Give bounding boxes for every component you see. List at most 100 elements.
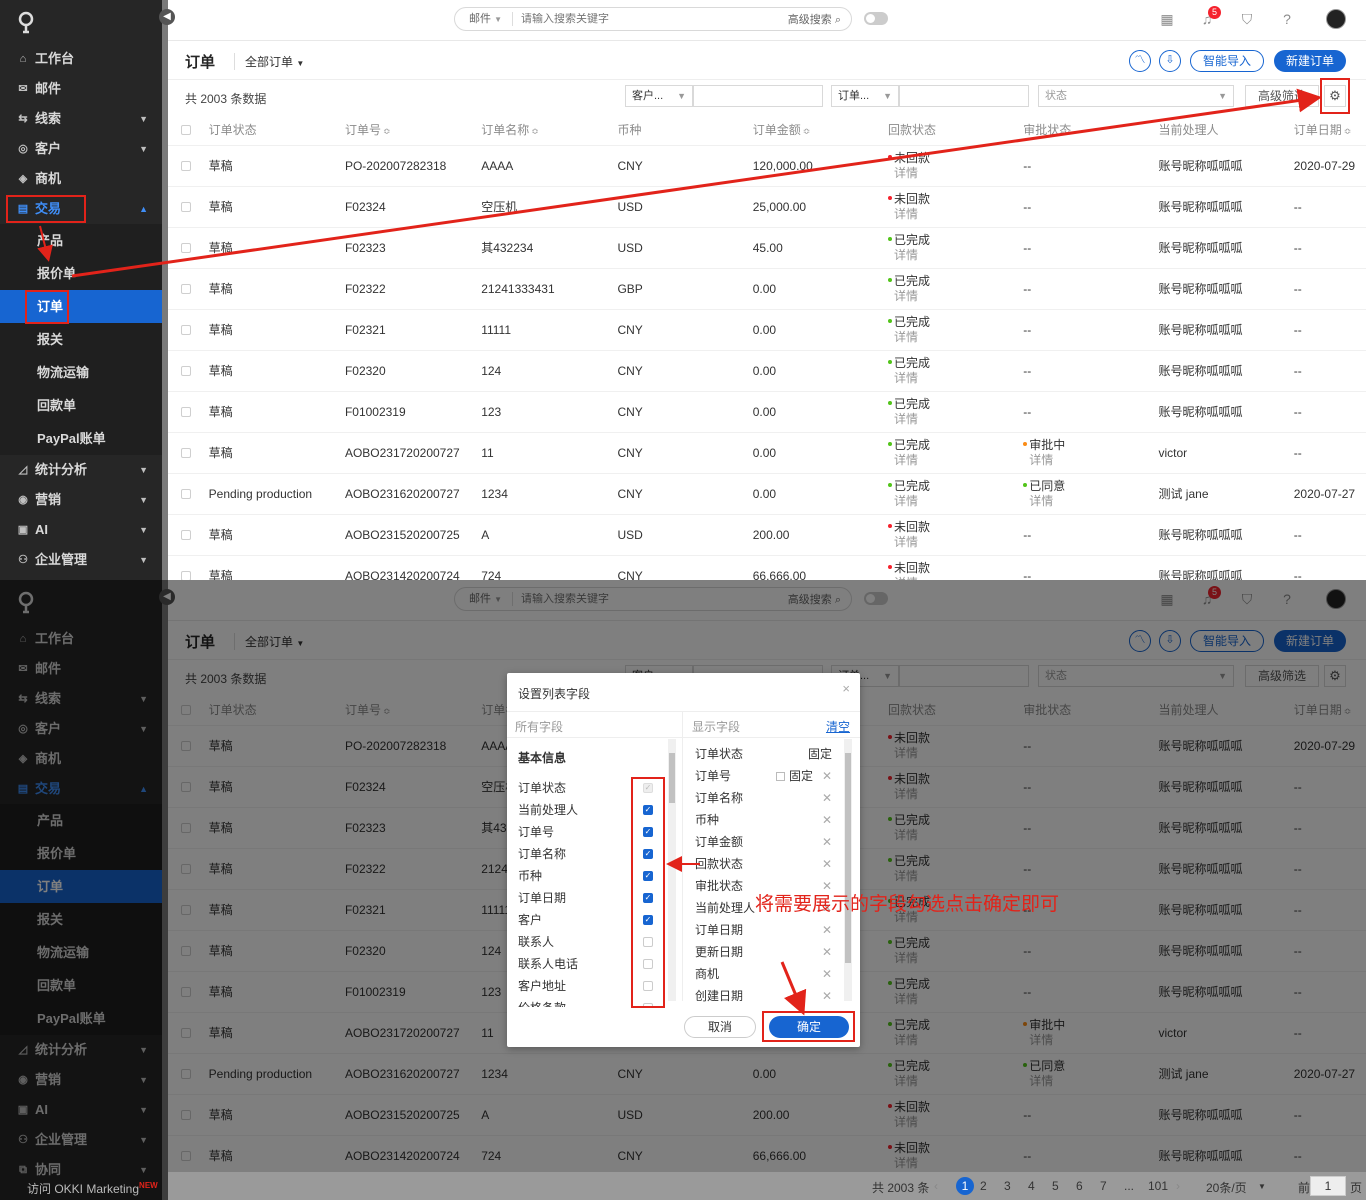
visit-okki-link[interactable]: 访问 OKKI MarketingNEW <box>27 1180 158 1197</box>
table-row[interactable]: 草稿F02323其432234USD45.00已完成详情--账号昵称呱呱呱-- <box>168 227 1366 269</box>
cell-text[interactable]: F02322 <box>345 282 386 296</box>
shown-field[interactable]: 更新日期 ✕ <box>695 941 835 963</box>
column-header[interactable]: 币种 <box>617 114 753 146</box>
page-number[interactable]: 7 <box>1100 1179 1107 1193</box>
scroll-thumb[interactable] <box>669 753 675 803</box>
row-checkbox-cell[interactable] <box>168 473 209 515</box>
detail-link[interactable]: 详情 <box>888 371 1023 386</box>
sidebar-item[interactable]: ◈ 商机 <box>0 164 162 194</box>
select-all-checkbox[interactable] <box>168 114 209 146</box>
cell-text[interactable]: AOBO231620200727 <box>345 487 460 501</box>
cell-text[interactable]: AOBO231720200727 <box>345 446 460 460</box>
row-checkbox-cell[interactable] <box>168 391 209 433</box>
customer-field-select[interactable]: 客户... ▼ <box>625 85 693 107</box>
checkbox[interactable] <box>181 161 191 172</box>
detail-link[interactable]: 详情 <box>888 453 1023 468</box>
column-header[interactable]: 回款状态 <box>887 114 1024 146</box>
table-row[interactable]: 草稿AOBO23172020072711CNY0.00已完成详情审批中详情vic… <box>168 432 1366 474</box>
prev-page-icon[interactable]: ‹ <box>934 1179 938 1193</box>
table-row[interactable]: Pending production AOBO231620200727 1234 CN… <box>168 473 1366 515</box>
status-select[interactable]: 状态 ▼ <box>1038 85 1234 107</box>
table-row[interactable]: 草稿AOBO231520200725AUSD200.00未回款详情--账号昵称呱… <box>168 514 1366 556</box>
detail-link[interactable]: 详情 <box>888 166 1023 181</box>
fix-checkbox[interactable] <box>775 772 785 782</box>
page-number[interactable]: ... <box>1124 1179 1134 1193</box>
left-scrollbar[interactable] <box>668 739 676 1001</box>
column-header[interactable]: 订单号≎ <box>344 114 482 146</box>
column-header[interactable]: 审批状态 <box>1023 114 1159 146</box>
row-checkbox-cell[interactable] <box>168 514 209 556</box>
download-icon[interactable]: ⇩ <box>1159 50 1181 72</box>
checkbox[interactable] <box>181 284 191 295</box>
checkbox[interactable] <box>181 489 191 500</box>
sidebar-subitem[interactable]: 回款单 <box>0 389 162 422</box>
cell-text[interactable]: AOBO231420200724 <box>345 569 460 581</box>
row-checkbox-cell[interactable] <box>168 186 209 228</box>
detail-link[interactable]: 详情 <box>1023 494 1158 509</box>
detail-link[interactable]: 详情 <box>888 330 1023 345</box>
new-order-button[interactable]: 新建订单 <box>1274 50 1347 72</box>
cell-text[interactable]: AOBO231520200725 <box>345 528 460 542</box>
sort-icon[interactable]: ≎ <box>531 126 539 136</box>
cancel-button[interactable]: 取消 <box>684 1016 756 1038</box>
detail-link[interactable]: 详情 <box>888 248 1023 263</box>
sidebar-item[interactable]: ◉ 营销 ▼ <box>0 485 162 515</box>
column-header[interactable]: 订单金额≎ <box>752 114 888 146</box>
table-row[interactable]: 草稿F02324空压机USD25,000.00未回款详情--账号昵称呱呱呱-- <box>168 186 1366 228</box>
page-number[interactable]: 101 <box>1148 1179 1168 1193</box>
advanced-filter-button[interactable]: 高级筛选 <box>1245 85 1319 107</box>
remove-icon[interactable]: ✕ <box>822 919 832 941</box>
checkbox[interactable] <box>181 243 191 254</box>
goto-input[interactable]: 1 <box>1310 1176 1346 1196</box>
checkbox[interactable] <box>181 325 191 336</box>
table-row[interactable]: 草稿F01002319123CNY0.00已完成详情--账号昵称呱呱呱-- <box>168 391 1366 433</box>
table-row[interactable]: 草稿AOBO231420200724724CNY66,666.00未回款详情--… <box>168 555 1366 580</box>
sidebar-item[interactable]: ◿ 统计分析 ▼ <box>0 455 162 485</box>
chart-view-icon[interactable]: 〽 <box>1129 50 1151 72</box>
shown-field[interactable]: 商机 ✕ <box>695 963 835 985</box>
page-number[interactable]: 1 <box>956 1177 974 1195</box>
page-number[interactable]: 4 <box>1028 1179 1035 1193</box>
shield-icon[interactable]: ⛉ <box>1238 10 1256 28</box>
right-scrollbar[interactable] <box>844 739 852 1001</box>
remove-icon[interactable]: ✕ <box>822 963 832 985</box>
view-select[interactable]: 全部订单 ▼ <box>234 53 304 70</box>
detail-link[interactable]: 详情 <box>888 535 1023 550</box>
detail-link[interactable]: 详情 <box>888 207 1023 222</box>
shown-field[interactable]: 回款状态 ✕ <box>695 853 835 875</box>
shown-field[interactable]: 币种 ✕ <box>695 809 835 831</box>
cell-text[interactable]: F02320 <box>345 364 386 378</box>
sidebar-item[interactable]: ⌂ 工作台 <box>0 44 162 74</box>
table-row[interactable]: 草稿 PO-202007282318 AAAA CNY 120,000.00 未回款详情-… <box>168 145 1366 187</box>
remove-icon[interactable]: ✕ <box>822 853 832 875</box>
sidebar-item[interactable]: ⚇ 企业管理 ▼ <box>0 545 162 575</box>
table-row[interactable]: 草稿F0232221241333431GBP0.00已完成详情--账号昵称呱呱呱… <box>168 268 1366 310</box>
detail-link[interactable]: 详情 <box>888 494 1023 509</box>
row-checkbox-cell[interactable] <box>168 555 209 580</box>
remove-icon[interactable]: ✕ <box>822 941 832 963</box>
collapse-sidebar-icon[interactable]: ◀ <box>159 9 175 25</box>
remove-icon[interactable]: ✕ <box>822 765 832 787</box>
cell-text[interactable]: F02321 <box>345 323 386 337</box>
table-row[interactable]: 草稿F02320124CNY0.00已完成详情--账号昵称呱呱呱-- <box>168 350 1366 392</box>
checkbox[interactable] <box>181 448 191 459</box>
detail-link[interactable]: 详情 <box>1023 453 1158 468</box>
checkbox[interactable] <box>181 530 191 541</box>
page-number[interactable]: 2 <box>980 1179 987 1193</box>
remove-icon[interactable]: ✕ <box>822 985 832 1005</box>
row-checkbox-cell[interactable] <box>168 432 209 474</box>
avatar[interactable] <box>1326 9 1346 29</box>
calendar-icon[interactable]: ▦ <box>1158 10 1176 28</box>
next-page-icon[interactable]: › <box>1176 1179 1180 1193</box>
cell-text[interactable]: F02323 <box>345 241 386 255</box>
checkbox[interactable] <box>181 202 191 213</box>
checkbox[interactable] <box>181 571 191 580</box>
detail-link[interactable]: 详情 <box>888 289 1023 304</box>
clear-link[interactable]: 清空 <box>826 718 850 735</box>
page-number[interactable]: 3 <box>1004 1179 1011 1193</box>
cell-text[interactable]: F01002319 <box>345 405 406 419</box>
shown-field[interactable]: 订单日期 ✕ <box>695 919 835 941</box>
column-header[interactable]: 当前处理人 <box>1158 114 1294 146</box>
customer-filter-input[interactable] <box>693 85 823 107</box>
checkbox[interactable] <box>181 407 191 418</box>
